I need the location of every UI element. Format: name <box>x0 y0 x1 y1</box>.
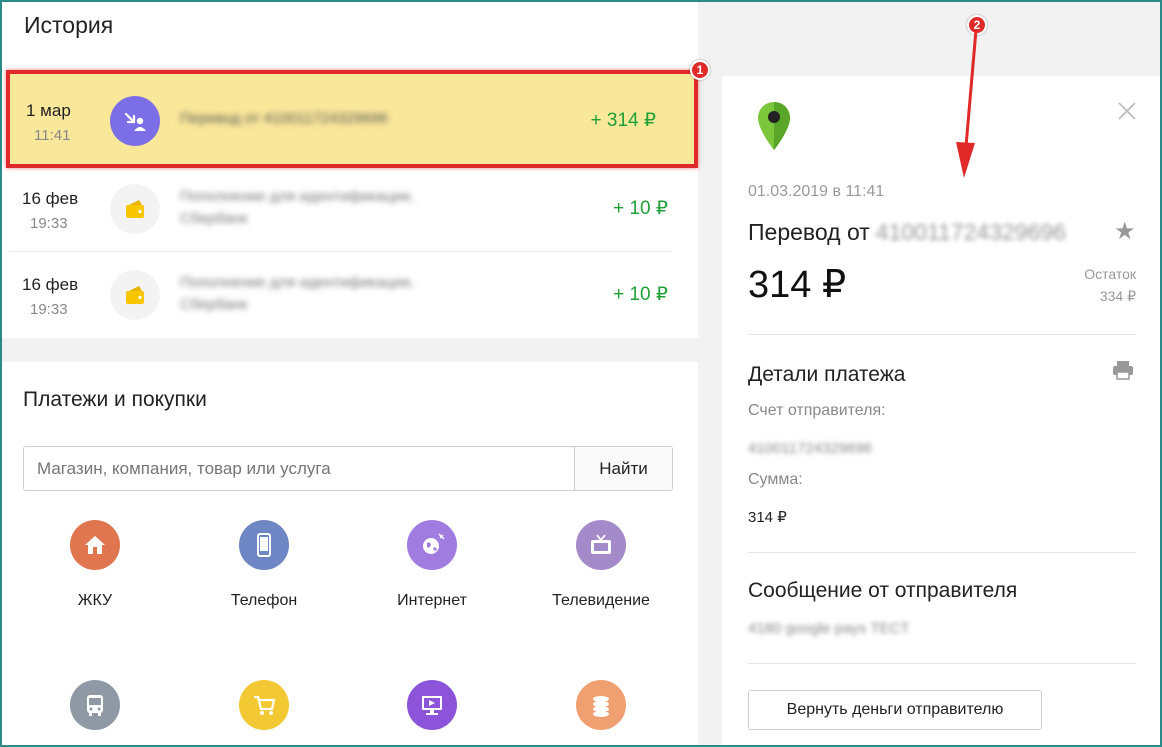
annotation-arrow <box>956 29 978 178</box>
